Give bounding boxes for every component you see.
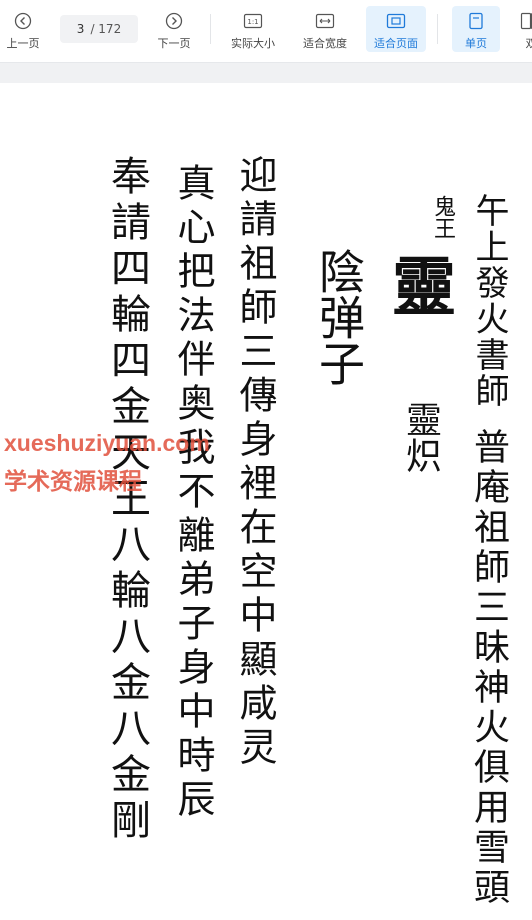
- double-page-label: 双: [525, 37, 532, 50]
- prev-page-button[interactable]: 上一页: [2, 6, 44, 52]
- fit-width-icon: [315, 10, 335, 32]
- fit-width-label: 适合宽度: [303, 37, 347, 50]
- next-page-label: 下一页: [157, 37, 191, 50]
- single-page-icon: [468, 10, 484, 32]
- fit-width-button[interactable]: 适合宽度: [296, 6, 354, 52]
- next-page-button[interactable]: 下一页: [152, 6, 196, 52]
- text-column-7: 迎請祖師三傳身裡在空中顯咸灵: [233, 155, 277, 771]
- toolbar-divider: [210, 14, 211, 44]
- svg-text:1:1: 1:1: [247, 18, 258, 26]
- toolbar-divider: [437, 14, 438, 44]
- chevron-right-icon: [165, 10, 183, 32]
- text-column-3: 靈: [381, 253, 456, 317]
- single-page-label: 单页: [465, 37, 487, 50]
- watermark-url: xueshuziyuan.com: [4, 430, 210, 456]
- text-column-6: 陰弹子: [312, 248, 366, 386]
- page-number-field[interactable]: 3 / 172: [60, 15, 138, 43]
- fit-page-label: 适合页面: [374, 37, 418, 50]
- text-column-8: 真心把法伴奥我不離弟子身中時辰: [171, 163, 215, 823]
- chevron-left-icon: [14, 10, 32, 32]
- text-column-2: 鬼王: [430, 195, 455, 239]
- prev-page-label: 上一页: [6, 37, 40, 50]
- double-page-button[interactable]: 双: [516, 6, 532, 52]
- current-page-input[interactable]: 3: [77, 22, 85, 36]
- fit-page-button[interactable]: 适合页面: [366, 6, 426, 52]
- text-column-5: 普庵祖師三昧神火俱用雪頭: [468, 428, 509, 908]
- text-column-4: 靈炽: [400, 401, 441, 473]
- total-pages: / 172: [90, 22, 122, 36]
- fit-page-icon: [386, 10, 406, 32]
- watermark-title: 学术资源课程: [4, 468, 142, 494]
- actual-size-button[interactable]: 1:1 实际大小: [224, 6, 282, 52]
- document-page: 午上發火書師 鬼王 靈 靈炽 普庵祖師三昧神火俱用雪頭 陰弹子 迎請祖師三傳身裡…: [0, 83, 532, 920]
- actual-size-icon: 1:1: [243, 10, 263, 32]
- text-column-1: 午上發火書師: [469, 193, 509, 409]
- double-page-icon: [520, 10, 532, 32]
- viewer-toolbar: 上一页 3 / 172 下一页 1:1 实际大小 适合宽度 适合页面 单页 双: [0, 0, 532, 63]
- text-column-9: 奉請四輪四金天王八輪八金八金剛: [104, 155, 150, 845]
- single-page-button[interactable]: 单页: [452, 6, 500, 52]
- actual-size-label: 实际大小: [231, 37, 275, 50]
- page-gap: [0, 63, 532, 83]
